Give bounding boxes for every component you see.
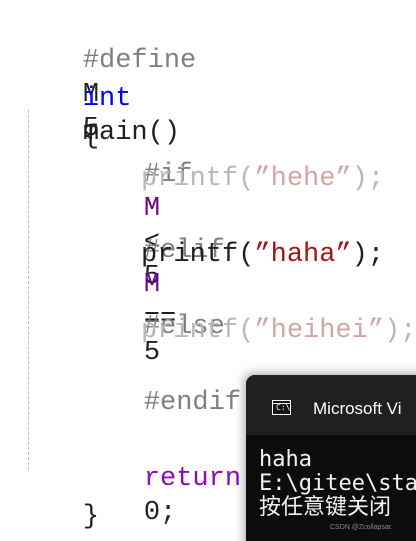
printf-heihei-string: ”heihei” (254, 316, 385, 346)
console-output-line: 按任意键关闭 (259, 495, 392, 520)
code-line-printf-heihei[interactable]: printf(”heihei”); (141, 314, 416, 348)
console-window-icon: C:\ (272, 400, 291, 415)
console-output-line: E:\gitee\sta (259, 471, 416, 496)
console-icon-label: C:\ (276, 403, 291, 412)
code-line-if[interactable]: #if M < 5 (79, 124, 193, 292)
return-keyword: return (143, 464, 242, 494)
endif-directive: #endif (143, 388, 242, 418)
console-output[interactable]: haha E:\gitee\sta 按任意键关闭 (259, 448, 416, 520)
printf-hehe-string: ”hehe” (254, 164, 352, 194)
printf-hehe-end: ); (351, 164, 385, 194)
console-output-line: haha (259, 447, 312, 472)
close-brace: } (82, 502, 100, 532)
code-line-endif[interactable]: #endif (79, 352, 241, 418)
watermark-text: CSDN @Zcollapsar. (330, 524, 393, 531)
code-line-elif[interactable]: #elif M == 5 (79, 200, 225, 368)
printf-heihei-end: ); (384, 316, 416, 346)
code-line-printf-hehe[interactable]: printf(”hehe”); (141, 162, 384, 196)
code-line-printf-haha[interactable]: printf(”haha”); (141, 238, 384, 272)
code-line-open-brace[interactable]: { (18, 86, 99, 152)
printf-hehe-func: printf( (141, 164, 255, 194)
code-line-return[interactable]: return 0; (79, 428, 241, 528)
code-line-define[interactable]: #define M 5 (18, 10, 196, 144)
printf-haha-string: ”haha” (254, 240, 352, 270)
code-line-main[interactable]: int main() (18, 48, 180, 148)
debug-console-window[interactable]: C:\ Microsoft Vi haha E:\gitee\sta 按任意键关… (246, 375, 416, 541)
console-titlebar[interactable]: C:\ Microsoft Vi (246, 375, 416, 435)
printf-haha-func: printf( (141, 240, 255, 270)
printf-haha-end: ); (351, 240, 385, 270)
printf-heihei-func: printf( (141, 316, 255, 346)
return-value: 0; (143, 498, 177, 528)
code-line-close-brace[interactable]: } (18, 466, 99, 532)
console-title: Microsoft Vi (313, 399, 402, 418)
code-line-else[interactable]: #else (79, 276, 225, 342)
